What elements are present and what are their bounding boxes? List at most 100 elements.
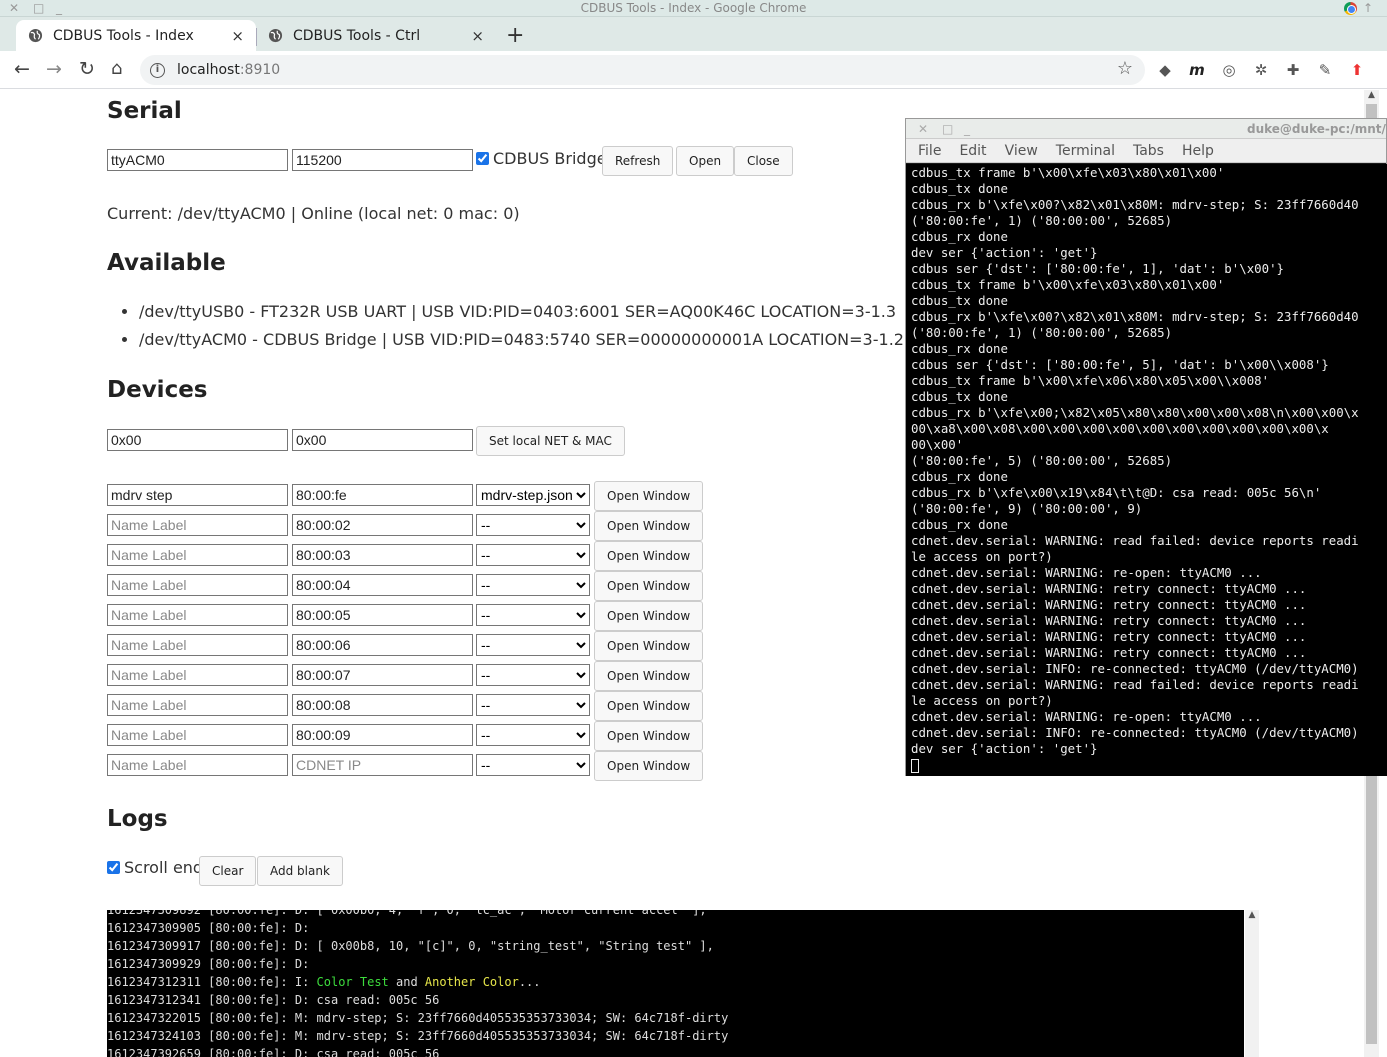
close-window-icon[interactable]: ✕ [9, 0, 19, 17]
close-button[interactable]: Close [734, 146, 793, 176]
baud-rate-input[interactable] [292, 149, 473, 171]
device-config-select[interactable]: -- [476, 724, 590, 746]
local-net-input[interactable] [107, 429, 288, 451]
device-name-input[interactable] [107, 604, 288, 626]
minimize-window-icon[interactable]: _ [56, 0, 62, 17]
device-config-select[interactable]: -- [476, 664, 590, 686]
address-bar[interactable]: i localhost:8910 ☆ [140, 55, 1145, 85]
tab-index-close-icon[interactable]: × [231, 27, 244, 45]
device-name-input[interactable] [107, 544, 288, 566]
log-output[interactable]: 1612347309892 [80:00:fe]: D: [ 0x00b0, 4… [107, 910, 1244, 1057]
log-line: 1612347392659 [80:00:fe]: D: csa read: 0… [107, 1047, 440, 1057]
terminal-line: cdbus ser {'dst': ['80:00:fe', 5], 'dat'… [911, 357, 1329, 372]
menu-view[interactable]: View [1005, 143, 1038, 159]
set-local-net-mac-button[interactable]: Set local NET & MAC [476, 426, 625, 456]
bookmark-star-icon[interactable]: ☆ [1117, 58, 1133, 79]
local-mac-input[interactable] [292, 429, 473, 451]
terminal-close-icon[interactable]: ✕ [918, 119, 928, 138]
open-window-button[interactable]: Open Window [594, 721, 704, 751]
menu-help[interactable]: Help [1182, 143, 1214, 159]
tab-index[interactable]: CDBUS Tools - Index × [16, 20, 256, 51]
tab-ctrl[interactable]: CDBUS Tools - Ctrl × [256, 20, 496, 51]
open-window-button[interactable]: Open Window [594, 691, 704, 721]
serial-port-input[interactable] [107, 149, 288, 171]
device-config-select[interactable]: -- [476, 694, 590, 716]
device-name-input[interactable] [107, 514, 288, 536]
new-tab-icon[interactable]: + [506, 23, 524, 48]
update-icon[interactable]: ⬆ [1348, 61, 1366, 79]
device-address-input[interactable] [292, 754, 473, 776]
extension-circle-icon[interactable]: ◎ [1220, 61, 1238, 79]
device-address-input[interactable] [292, 724, 473, 746]
open-window-button[interactable]: Open Window [594, 661, 704, 691]
terminal-line: cdnet.dev.serial: INFO: re-connected: tt… [911, 661, 1359, 676]
menu-tabs[interactable]: Tabs [1133, 143, 1164, 159]
device-config-select[interactable]: -- [476, 754, 590, 776]
device-address-input[interactable] [292, 694, 473, 716]
scroll-end-checkbox[interactable] [107, 861, 120, 874]
terminal-title: duke@duke-pc:/mnt/TF/c [1247, 122, 1386, 136]
terminal-maximize-icon[interactable]: □ [942, 119, 953, 138]
device-config-select[interactable]: -- [476, 514, 590, 536]
device-name-input[interactable] [107, 484, 288, 506]
open-window-button[interactable]: Open Window [594, 571, 704, 601]
open-window-button[interactable]: Open Window [594, 481, 704, 511]
refresh-button[interactable]: Refresh [602, 146, 674, 176]
device-config-select[interactable]: -- [476, 634, 590, 656]
device-name-input[interactable] [107, 634, 288, 656]
scroll-up-icon[interactable]: ▲ [1245, 910, 1259, 920]
terminal-line: ('80:00:fe', 1) ('80:00:00', 52685) [911, 213, 1173, 228]
maximize-window-icon[interactable]: □ [33, 0, 44, 17]
current-serial-status: Current: /dev/ttyACM0 | Online (local ne… [107, 204, 520, 223]
device-address-input[interactable] [292, 484, 473, 506]
up-arrow-icon[interactable]: ↑ [1363, 0, 1373, 17]
device-address-input[interactable] [292, 664, 473, 686]
device-config-select[interactable]: mdrv-step.json [476, 484, 590, 506]
device-address-input[interactable] [292, 574, 473, 596]
device-name-input[interactable] [107, 724, 288, 746]
menu-terminal[interactable]: Terminal [1056, 143, 1115, 159]
terminal-line: cdnet.dev.serial: WARNING: read failed: … [911, 677, 1359, 692]
device-address-input[interactable] [292, 544, 473, 566]
extension-paint-icon[interactable]: ✎ [1316, 61, 1334, 79]
terminal-minimize-icon[interactable]: _ [964, 119, 970, 138]
menu-file[interactable]: File [918, 143, 941, 159]
clear-logs-button[interactable]: Clear [199, 856, 257, 886]
extensions-icon[interactable]: ✚ [1284, 61, 1302, 79]
terminal-output[interactable]: cdbus_tx frame b'\x00\xfe\x03\x80\x01\x0… [906, 164, 1387, 776]
device-address-input[interactable] [292, 604, 473, 626]
log-scrollbar[interactable]: ▲ [1245, 910, 1259, 1057]
open-window-button[interactable]: Open Window [594, 751, 704, 781]
reload-icon[interactable]: ↻ [79, 58, 95, 80]
terminal-cursor [911, 758, 919, 773]
open-window-button[interactable]: Open Window [594, 511, 704, 541]
open-window-button[interactable]: Open Window [594, 631, 704, 661]
device-config-select[interactable]: -- [476, 544, 590, 566]
cdbus-bridge-checkbox[interactable] [476, 152, 489, 165]
terminal-line: cdnet.dev.serial: WARNING: retry connect… [911, 613, 1307, 628]
terminal-prompt[interactable] [911, 757, 1387, 773]
device-name-input[interactable] [107, 574, 288, 596]
menu-edit[interactable]: Edit [959, 143, 986, 159]
add-blank-button[interactable]: Add blank [257, 856, 343, 886]
device-config-select[interactable]: -- [476, 574, 590, 596]
open-window-button[interactable]: Open Window [594, 601, 704, 631]
extension-puzzle-piece-icon[interactable]: ◆ [1156, 61, 1174, 79]
extension-bug-icon[interactable]: ✲ [1252, 61, 1270, 79]
terminal-window[interactable]: ✕ □ _ duke@duke-pc:/mnt/TF/c File Edit V… [905, 118, 1387, 776]
tab-ctrl-close-icon[interactable]: × [471, 27, 484, 45]
device-name-input[interactable] [107, 754, 288, 776]
device-config-select[interactable]: -- [476, 604, 590, 626]
info-icon[interactable]: i [150, 62, 165, 78]
device-name-input[interactable] [107, 694, 288, 716]
open-window-button[interactable]: Open Window [594, 541, 704, 571]
device-address-input[interactable] [292, 514, 473, 536]
back-arrow-icon[interactable]: ← [14, 58, 30, 80]
device-address-input[interactable] [292, 634, 473, 656]
forward-arrow-icon[interactable]: → [46, 58, 62, 80]
device-name-input[interactable] [107, 664, 288, 686]
home-icon[interactable]: ⌂ [111, 58, 122, 79]
scroll-up-icon[interactable]: ▲ [1364, 90, 1379, 100]
open-button[interactable]: Open [676, 146, 735, 176]
extension-m-icon[interactable]: m [1188, 61, 1206, 79]
